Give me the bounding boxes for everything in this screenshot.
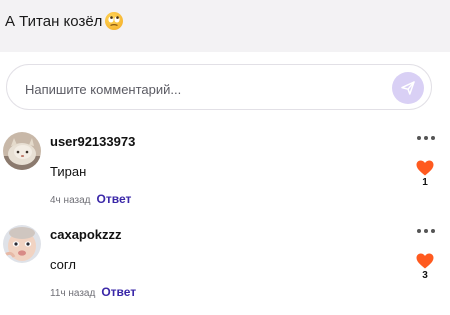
post-text-content: А Титан козёл: [5, 13, 103, 30]
send-icon: [401, 81, 415, 95]
more-options-icon[interactable]: [417, 225, 435, 235]
comment-item: caxapokzzz согл 11ч назад Ответ 3: [0, 225, 450, 315]
comment-composer: [6, 64, 432, 110]
post-header: А Титан козёл: [0, 0, 450, 52]
like-count: 3: [422, 270, 428, 281]
like-count: 1: [422, 177, 428, 188]
comment-item: user92133973 Тиран 4ч назад Ответ 1: [0, 132, 450, 222]
send-button[interactable]: [392, 72, 424, 104]
comment-meta: 11ч назад Ответ: [50, 285, 136, 301]
heart-icon: [416, 160, 434, 176]
heart-icon: [416, 253, 434, 269]
eye-roll-emoji-icon: [105, 12, 124, 30]
comment-text: Тиран: [50, 164, 87, 179]
comment-time: 11ч назад: [50, 288, 96, 299]
like-button[interactable]: 1: [415, 160, 435, 189]
comment-meta: 4ч назад Ответ: [50, 192, 131, 208]
baby-avatar[interactable]: [3, 225, 41, 263]
reply-button[interactable]: Ответ: [97, 192, 132, 206]
more-options-icon[interactable]: [417, 132, 435, 142]
reply-button[interactable]: Ответ: [101, 285, 136, 299]
cat-avatar[interactable]: [3, 132, 41, 170]
comment-input[interactable]: [23, 77, 387, 101]
comment-username[interactable]: caxapokzzz: [50, 226, 122, 244]
like-button[interactable]: 3: [415, 253, 435, 282]
comment-text: согл: [50, 257, 76, 272]
comment-time: 4ч назад: [50, 195, 91, 206]
comment-username[interactable]: user92133973: [50, 133, 135, 151]
post-text: А Титан козёл: [5, 12, 124, 32]
